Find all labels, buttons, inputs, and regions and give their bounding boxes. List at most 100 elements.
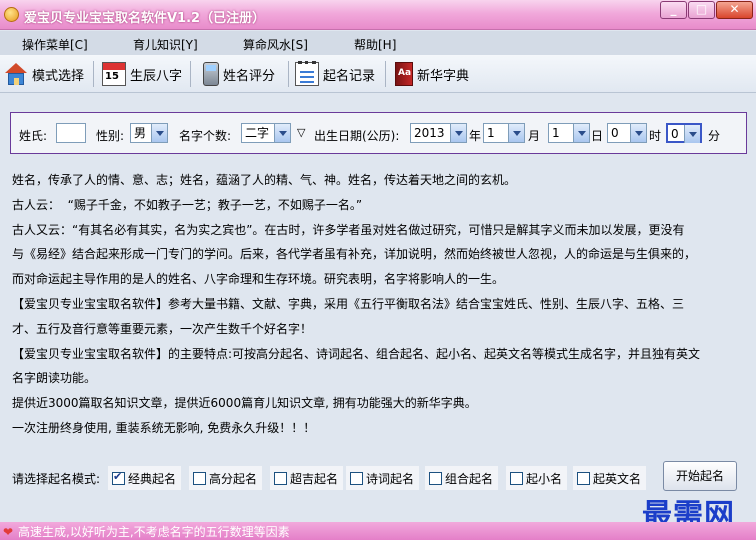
description-line: 与《易经》结合起来形成一门专门的学问。后来，各代学者虽有补充，详加说明，然而始终… bbox=[12, 247, 697, 262]
description-line: 【爱宝贝专业宝宝取名软件】参考大量书籍、文献、字典，采用《五行平衡取名法》结合宝… bbox=[12, 296, 685, 311]
chevron-down-icon[interactable] bbox=[151, 124, 167, 142]
menu-operations[interactable]: 操作菜单[C] bbox=[22, 36, 88, 53]
maximize-button[interactable]: □ bbox=[688, 1, 715, 19]
gender-value: 男 bbox=[134, 126, 147, 140]
dictionary-button[interactable]: Aa 新华字典 bbox=[393, 60, 469, 88]
notebook-icon bbox=[295, 61, 319, 86]
surname-input[interactable] bbox=[56, 123, 86, 143]
toolbar-separator bbox=[288, 61, 289, 87]
month-select[interactable]: 1 bbox=[483, 123, 525, 143]
mode-label: 请选择起名模式: bbox=[12, 472, 101, 486]
hour-value: 0 bbox=[611, 126, 619, 140]
chevron-down-icon[interactable] bbox=[508, 124, 524, 142]
day-value: 1 bbox=[552, 126, 560, 140]
checkbox[interactable] bbox=[429, 471, 442, 485]
minute-value: 0 bbox=[671, 127, 679, 141]
parameters-box: 姓氏: 性别: 男 名字个数: 二字 ▽ 出生日期(公历): 2013 年 1 … bbox=[10, 112, 747, 154]
description-line: 姓名，传承了人的情、意、志；姓名，蕴涵了人的精、气、神。姓名，传达着天地之间的玄… bbox=[12, 173, 517, 187]
mode-high-score-checkbox[interactable]: 高分起名 bbox=[189, 466, 263, 490]
toolbar-label: 新华字典 bbox=[417, 68, 470, 84]
description-line: 名字朗读功能。 bbox=[12, 371, 97, 386]
main-panel: 姓氏: 性别: 男 名字个数: 二字 ▽ 出生日期(公历): 2013 年 1 … bbox=[0, 94, 756, 520]
title-bar: 爱宝贝专业宝宝取名软件V1.2（已注册） _ □ ✕ bbox=[0, 0, 756, 30]
description-line: 【爱宝贝专业宝宝取名软件】的主要特点:可按高分起名、诗词起名、组合起名、起小名、… bbox=[12, 346, 701, 361]
toolbar-label: 生辰八字 bbox=[130, 68, 183, 84]
month-value: 1 bbox=[487, 126, 495, 140]
heart-icon: ❤ bbox=[3, 525, 14, 539]
gender-select[interactable]: 男 bbox=[130, 123, 168, 143]
chevron-down-icon[interactable] bbox=[450, 124, 466, 142]
close-button[interactable]: ✕ bbox=[716, 1, 753, 19]
menu-help[interactable]: 帮助[H] bbox=[354, 36, 396, 53]
mode-classic-checkbox[interactable]: 经典起名 bbox=[108, 466, 182, 490]
toolbar-separator bbox=[385, 61, 386, 87]
mode-lucky-checkbox[interactable]: 超吉起名 bbox=[270, 466, 344, 490]
menu-bar: 操作菜单[C] 育儿知识[Y] 算命风水[S] 帮助[H] bbox=[0, 31, 756, 55]
hour-unit: 时 bbox=[649, 129, 662, 143]
name-score-button[interactable]: 姓名评分 bbox=[200, 60, 275, 88]
description-line: 古人云： “赐子千金，不如教子一艺；教子一艺，不如赐子一名。” bbox=[12, 197, 363, 212]
mode-english-checkbox[interactable]: 起英文名 bbox=[573, 466, 647, 490]
start-naming-button[interactable]: 开始起名 bbox=[663, 461, 737, 491]
gender-label: 性别: bbox=[96, 129, 125, 143]
mode-option-label: 超吉起名 bbox=[290, 471, 339, 486]
minute-select[interactable]: 0 bbox=[666, 123, 702, 143]
name-count-value: 二字 bbox=[245, 126, 270, 140]
triangle-icon: ▽ bbox=[297, 126, 306, 139]
toolbar-label: 姓名评分 bbox=[223, 68, 276, 84]
description-line: 提供近3000篇取名知识文章，提供近6000篇育儿知识文章, 拥有功能强大的新华… bbox=[12, 396, 477, 411]
toolbar-separator bbox=[93, 61, 94, 87]
year-value: 2013 bbox=[414, 126, 445, 140]
checkbox[interactable] bbox=[510, 471, 523, 485]
checkbox[interactable] bbox=[577, 471, 590, 485]
birth-chart-button[interactable]: 15 生辰八字 bbox=[102, 60, 182, 88]
description-line: 一次注册终身使用, 重装系统无影响, 免费永久升级！！！ bbox=[12, 420, 316, 435]
menu-parenting[interactable]: 育儿知识[Y] bbox=[133, 36, 198, 53]
name-count-select[interactable]: 二字 bbox=[241, 123, 291, 143]
menu-fortune[interactable]: 算命风水[S] bbox=[243, 36, 308, 53]
minute-unit: 分 bbox=[708, 129, 721, 143]
month-unit: 月 bbox=[528, 129, 541, 143]
mode-nickname-checkbox[interactable]: 起小名 bbox=[506, 466, 568, 490]
chevron-down-icon[interactable] bbox=[274, 124, 290, 142]
checkbox[interactable] bbox=[350, 471, 363, 485]
year-select[interactable]: 2013 bbox=[410, 123, 467, 143]
chevron-down-icon[interactable] bbox=[630, 124, 646, 142]
day-select[interactable]: 1 bbox=[548, 123, 590, 143]
description-line: 才、五行及音行意等重要元素，一次产生数千个好名字！ bbox=[12, 321, 313, 336]
calendar-icon: 15 bbox=[102, 62, 126, 86]
mode-option-label: 起小名 bbox=[526, 471, 563, 486]
toolbar-label: 起名记录 bbox=[323, 68, 376, 84]
phone-icon bbox=[203, 62, 219, 86]
checkbox[interactable] bbox=[193, 471, 206, 485]
name-count-label: 名字个数: bbox=[179, 129, 232, 143]
mode-combination-checkbox[interactable]: 组合起名 bbox=[425, 466, 499, 490]
toolbar: 模式选择 15 生辰八字 姓名评分 起名记录 Aa 新华字典 bbox=[0, 55, 756, 93]
year-unit: 年 bbox=[469, 129, 482, 143]
mode-option-label: 组合起名 bbox=[445, 471, 494, 486]
toolbar-separator bbox=[190, 61, 191, 87]
toolbar-label: 模式选择 bbox=[32, 68, 85, 84]
dictionary-icon: Aa bbox=[395, 62, 413, 86]
mode-option-label: 经典起名 bbox=[128, 471, 177, 486]
description-line: 古人又云：“有其名必有其实，名为实之宾也”。在古时，许多学者虽对姓名做过研究，可… bbox=[12, 222, 685, 237]
day-unit: 日 bbox=[591, 129, 604, 143]
status-text: 高速生成,以好听为主,不考虑名字的五行数理等因素 bbox=[18, 525, 290, 539]
house-icon bbox=[4, 62, 28, 86]
status-bar: ❤ 高速生成,以好听为主,不考虑名字的五行数理等因素 bbox=[0, 522, 756, 540]
mode-select-button[interactable]: 模式选择 bbox=[4, 60, 84, 88]
hour-select[interactable]: 0 bbox=[607, 123, 647, 143]
chevron-down-icon[interactable] bbox=[573, 124, 589, 142]
checkbox[interactable] bbox=[274, 471, 287, 485]
app-logo-icon bbox=[4, 7, 19, 22]
window-title: 爱宝贝专业宝宝取名软件V1.2（已注册） bbox=[24, 11, 266, 26]
checkbox-checked[interactable] bbox=[112, 470, 125, 485]
naming-records-button[interactable]: 起名记录 bbox=[295, 60, 375, 88]
mode-poetry-checkbox[interactable]: 诗词起名 bbox=[346, 466, 420, 490]
minimize-button[interactable]: _ bbox=[660, 1, 687, 19]
chevron-down-icon[interactable] bbox=[684, 125, 700, 143]
description-line: 而对命运起主导作用的是人的姓名、八字命理和生存环境。研究表明，名字将影响人的一生… bbox=[12, 272, 505, 287]
mode-option-label: 起英文名 bbox=[593, 471, 642, 486]
mode-option-label: 诗词起名 bbox=[366, 471, 415, 486]
birth-date-label: 出生日期(公历): bbox=[314, 129, 400, 143]
